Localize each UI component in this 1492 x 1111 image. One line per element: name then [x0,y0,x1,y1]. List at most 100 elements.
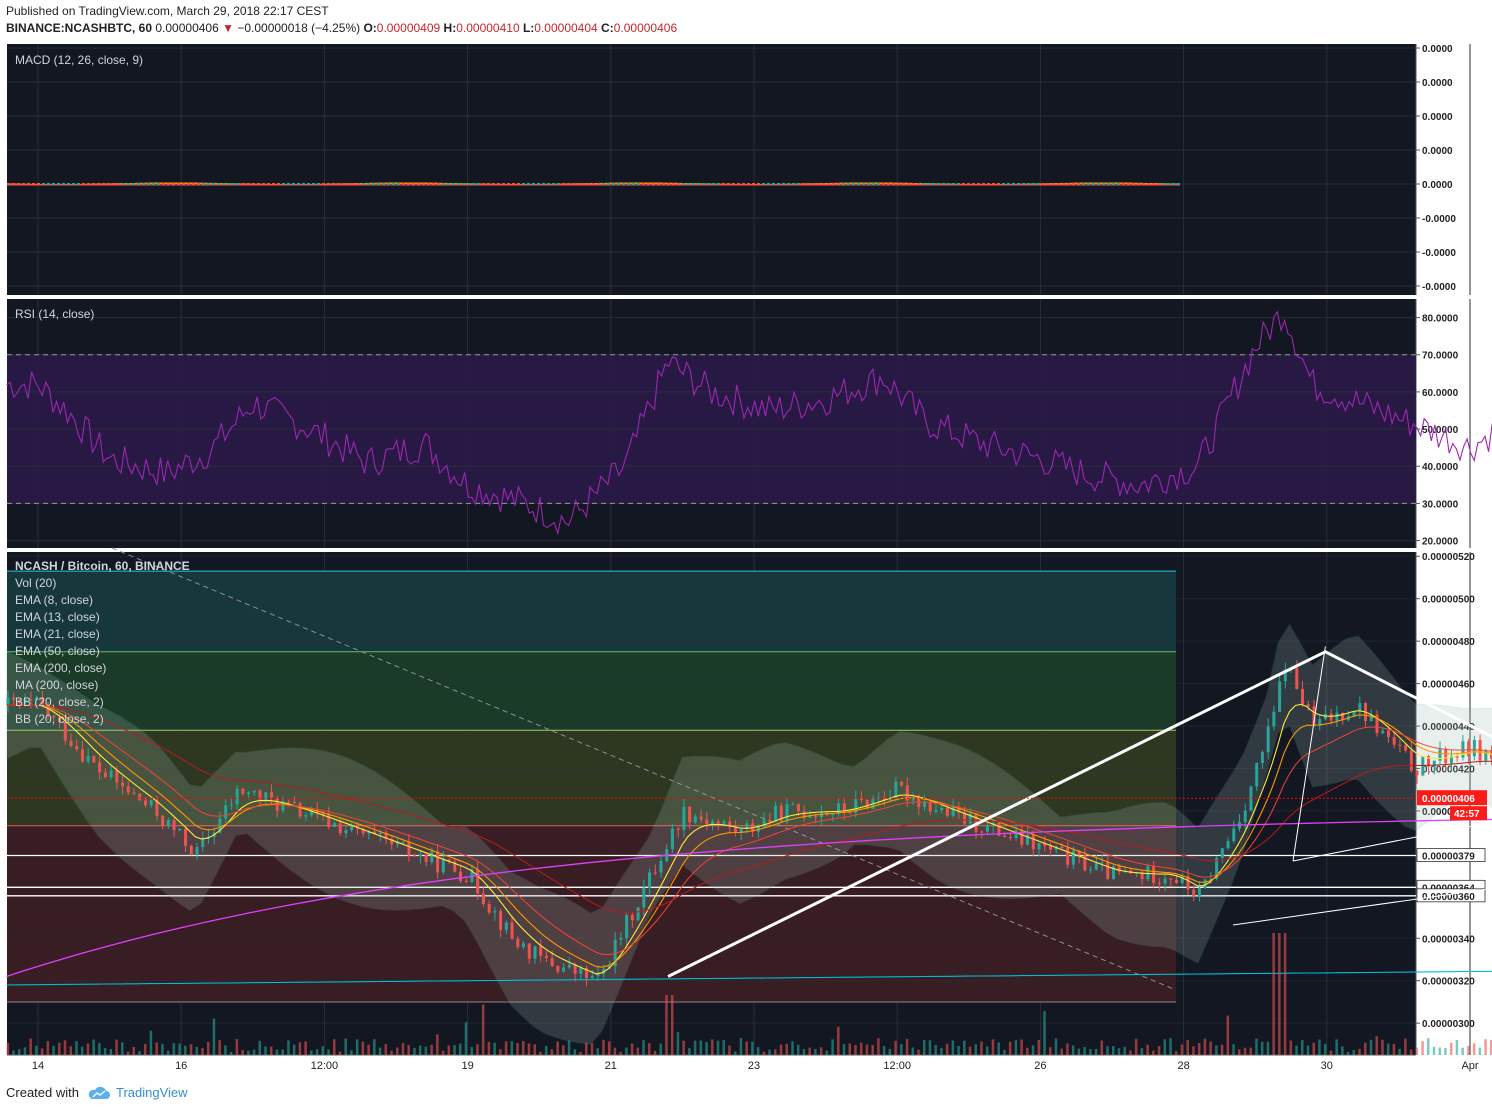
created-with-label: Created with [6,1085,79,1100]
volume-bar [1381,1039,1384,1055]
macd-histogram-bar [67,183,70,185]
volume-bar [1341,1046,1344,1055]
volume-bar [1461,1047,1464,1055]
macd-histogram-bar [287,183,290,185]
volume-bar [1432,1046,1436,1055]
macd-histogram-bar [527,183,530,185]
macd-histogram-bar [777,183,780,185]
volume-bar [126,1051,130,1055]
candle-body [791,803,795,805]
volume-bar [361,1041,365,1055]
volume-bar [1369,1039,1373,1055]
macd-histogram-bar [492,183,495,185]
volume-bar [75,1041,78,1055]
macd-histogram-bar [832,183,835,185]
macd-histogram-bar [232,183,235,185]
chart-canvas[interactable]: 14 16 12:00 19 21 23 12:00 26 28 30 Apr 0.0000 0.000… [0,0,1492,1111]
macd-histogram-bar [767,183,770,185]
volume-bar [648,1043,651,1055]
candle-body [103,772,107,778]
price-axis [1416,299,1486,548]
macd-histogram-bar [197,183,200,185]
x-tick-label: 16 [175,1060,187,1072]
volume-bar [814,1048,817,1055]
candle-body [1169,878,1173,880]
macd-histogram-bar [642,183,645,185]
candle-body [441,859,445,873]
volume-bar [1392,1043,1396,1055]
macd-histogram-bar [137,183,140,185]
macd-histogram-bar [457,183,460,185]
candle-body [934,809,938,812]
tradingview-logo[interactable]: TradingView [87,1085,188,1100]
volume-bar [945,1043,949,1055]
volume-bar [1077,1048,1081,1055]
volume-bar [396,1047,399,1055]
macd-histogram-bar [862,183,865,185]
macd-histogram-bar [1132,183,1135,185]
macd-histogram-bar [227,183,230,185]
volume-bar [1301,1039,1304,1055]
candle-body [1117,866,1121,872]
volume-bar [138,1051,141,1055]
macd-histogram-bar [192,183,195,185]
volume-bar [1318,1039,1321,1055]
candle-body [1392,737,1396,745]
volume-bar [985,1046,989,1055]
volume-bar [516,1043,519,1055]
macd-histogram-bar [567,183,570,185]
macd-histogram-bar [902,183,905,185]
volume-bar [1255,1038,1258,1055]
macd-histogram-bar [957,183,960,185]
macd-histogram-bar [257,183,260,185]
volume-bar [722,1039,725,1055]
volume-bar [1140,1048,1144,1055]
volume-bar [665,995,668,1055]
volume-bar [206,1041,210,1055]
volume-bar [1375,1036,1378,1055]
candle-body [1404,745,1408,751]
candle-body [1192,889,1196,897]
macd-histogram-bar [622,183,625,185]
volume-bar [493,1042,496,1055]
volume-bar [619,1051,622,1055]
volume-bar [751,1041,754,1055]
macd-histogram-bar [617,183,620,185]
fib-zone [7,651,1176,731]
macd-histogram-bar [962,183,965,185]
macd-histogram-bar [612,183,615,185]
candle-body [1381,730,1385,734]
volume-bar [533,1044,536,1055]
macd-histogram-bar [932,183,935,185]
candle-body [189,845,193,855]
candle-body [762,819,766,827]
macd-histogram-bar [1017,183,1020,185]
price-tick-label: 0.00000320 [1422,977,1475,988]
macd-histogram-bar [852,183,855,185]
macd-histogram-bar [987,183,990,185]
candle-body [1467,741,1471,757]
candle-body [98,762,102,773]
macd-tick-label: -0.0000 [1422,214,1456,225]
macd-histogram-bar [312,183,315,185]
volume-bar [1335,1039,1338,1055]
volume-bar [900,1044,903,1055]
volume-bar [1243,1047,1247,1055]
fib-zone [7,571,1176,652]
macd-histogram-bar [22,183,25,185]
macd-histogram-bar [1167,183,1170,185]
candle-body [648,872,652,888]
rsi-tick-label: 80.0000 [1422,314,1459,325]
macd-histogram-bar [782,183,785,185]
macd-histogram-bar [132,183,135,185]
candle-body [940,807,944,810]
macd-histogram-bar [377,183,380,185]
rsi-tick-label: 20.0000 [1422,537,1459,548]
volume-bar [355,1039,359,1055]
x-tick-label: 12:00 [311,1060,339,1072]
candle-body [401,841,405,843]
candle-body [172,820,176,831]
indicator-legend-item: EMA (8, close) [15,593,93,607]
volume-bar [785,1043,789,1055]
volume-bar [1071,1045,1075,1055]
